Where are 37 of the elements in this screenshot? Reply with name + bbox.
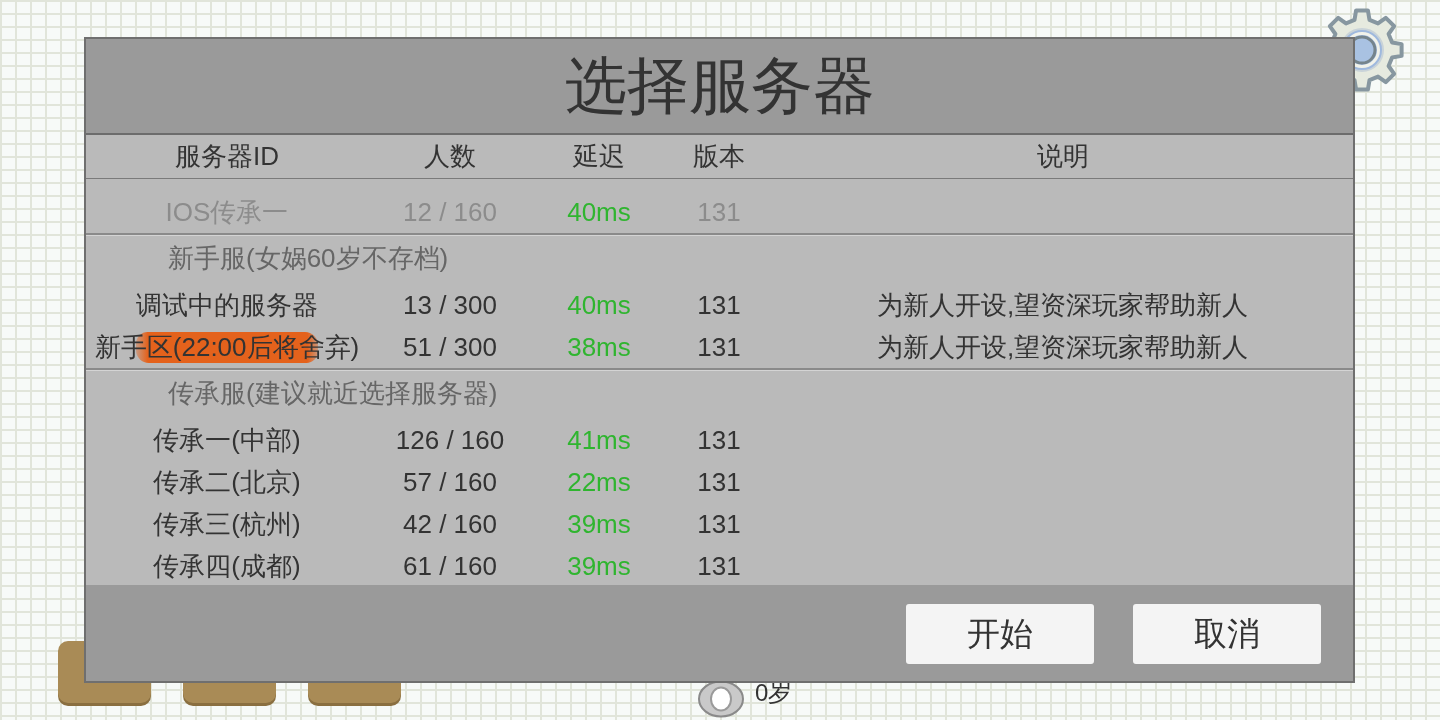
latency: 38ms: [567, 331, 631, 363]
server-name: 传承三(杭州): [153, 507, 301, 541]
server-name: 传承二(北京): [153, 465, 301, 499]
version: 131: [697, 289, 741, 321]
column-header: 说明: [1036, 140, 1089, 173]
latency: 39ms: [567, 508, 631, 540]
column-header: 服务器ID: [175, 140, 279, 173]
server-name: 调试中的服务器: [136, 288, 318, 322]
latency: 40ms: [567, 289, 631, 321]
version: 131: [697, 466, 741, 498]
cancel-button[interactable]: 取消: [1133, 604, 1321, 664]
version: 131: [697, 331, 741, 363]
column-header: 版本: [693, 140, 745, 173]
server-name: 传承一(中部): [153, 423, 301, 457]
latency: 41ms: [567, 424, 631, 456]
column-header: 人数: [424, 140, 476, 173]
server-name: 传承四(成都): [153, 549, 301, 583]
start-button[interactable]: 开始: [906, 604, 1094, 664]
version: 131: [697, 424, 741, 456]
age-label: 0岁: [755, 679, 793, 707]
player-count: 13 / 300: [403, 289, 497, 321]
player-count: 57 / 160: [403, 466, 497, 498]
player-count: 126 / 160: [395, 424, 505, 456]
latency: 39ms: [567, 550, 631, 582]
version: 131: [697, 508, 741, 540]
description: 为新人开设,望资深玩家帮助新人: [876, 330, 1249, 364]
version: 131: [697, 550, 741, 582]
latency: 40ms: [567, 196, 631, 228]
dialog-title: 选择服务器: [564, 51, 875, 121]
player-count: 42 / 160: [403, 508, 497, 540]
column-header: 延迟: [573, 140, 625, 173]
latency: 22ms: [567, 466, 631, 498]
description: 为新人开设,望资深玩家帮助新人: [876, 288, 1249, 322]
player-count: 51 / 300: [403, 331, 497, 363]
group-header: 新手服(女娲60岁不存档): [168, 241, 449, 275]
group-header: 传承服(建议就近选择服务器): [168, 376, 498, 410]
player-count: 61 / 160: [403, 550, 497, 582]
